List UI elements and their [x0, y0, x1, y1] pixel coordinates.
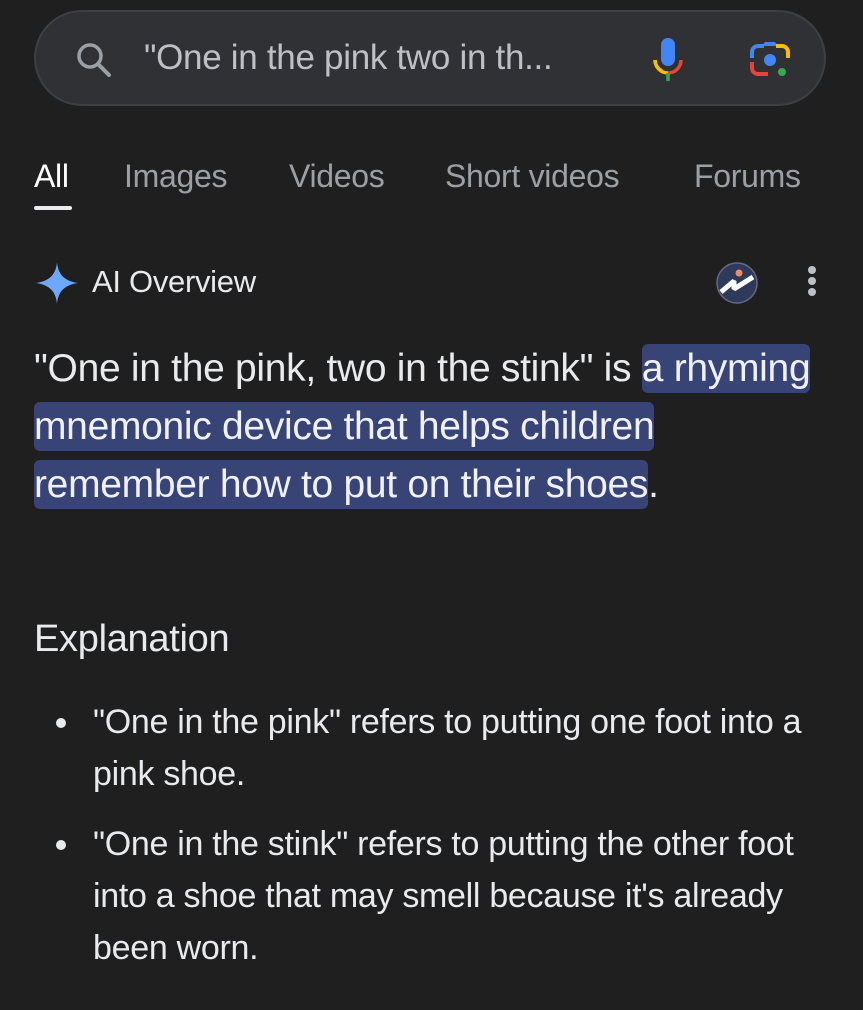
source-avatar-icon[interactable]	[716, 262, 758, 304]
list-item: "One in the stink" refers to putting the…	[34, 818, 824, 974]
tab-all[interactable]: All	[34, 158, 69, 195]
google-lens-icon[interactable]	[748, 38, 792, 82]
search-bar[interactable]: "One in the pink two in th...	[34, 10, 826, 106]
bullet-icon	[56, 840, 66, 850]
more-options-icon[interactable]	[800, 266, 824, 302]
summary-prefix: "One in the pink, two in the stink" is	[34, 347, 642, 390]
section-title-explanation: Explanation	[34, 618, 230, 660]
ai-overview-summary: "One in the pink, two in the stink" is a…	[34, 340, 834, 514]
search-tabs: All Images Videos Short videos Forums	[0, 158, 863, 214]
search-icon[interactable]	[74, 40, 114, 80]
tab-videos[interactable]: Videos	[289, 158, 385, 195]
ai-overview-header: AI Overview	[0, 258, 863, 308]
explanation-list: "One in the pink" refers to putting one …	[34, 696, 824, 992]
ai-overview-title: AI Overview	[92, 264, 256, 299]
list-item-text: "One in the stink" refers to putting the…	[93, 825, 794, 967]
sparkle-icon	[36, 262, 78, 304]
summary-suffix: .	[648, 463, 659, 506]
tab-forums[interactable]: Forums	[694, 158, 801, 195]
tab-images[interactable]: Images	[124, 158, 227, 195]
search-input[interactable]: "One in the pink two in th...	[144, 38, 553, 78]
list-item-text: "One in the pink" refers to putting one …	[93, 703, 802, 793]
bullet-icon	[56, 718, 66, 728]
list-item: "One in the pink" refers to putting one …	[34, 696, 824, 800]
microphone-icon[interactable]	[648, 34, 688, 86]
active-tab-indicator	[34, 206, 72, 210]
tab-short-videos[interactable]: Short videos	[445, 158, 620, 195]
